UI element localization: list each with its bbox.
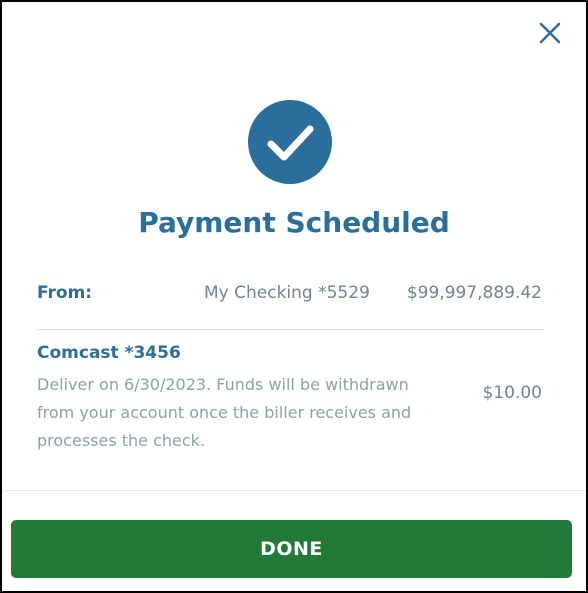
section-divider <box>37 329 544 330</box>
payee-name: Comcast *3456 <box>37 343 181 363</box>
done-button[interactable]: DONE <box>11 520 572 578</box>
check-circle-icon <box>247 99 333 185</box>
close-icon[interactable] <box>537 20 563 46</box>
from-account-name: My Checking *5529 <box>204 283 370 303</box>
payment-amount: $10.00 <box>482 383 542 403</box>
payment-scheduled-dialog: Payment Scheduled From: My Checking *552… <box>0 0 588 593</box>
from-account-balance: $99,997,889.42 <box>406 283 542 303</box>
from-label: From: <box>37 283 93 303</box>
payment-delivery-description: Deliver on 6/30/2023. Funds will be with… <box>37 375 412 450</box>
dialog-title: Payment Scheduled <box>138 206 450 239</box>
footer-divider <box>2 490 586 491</box>
